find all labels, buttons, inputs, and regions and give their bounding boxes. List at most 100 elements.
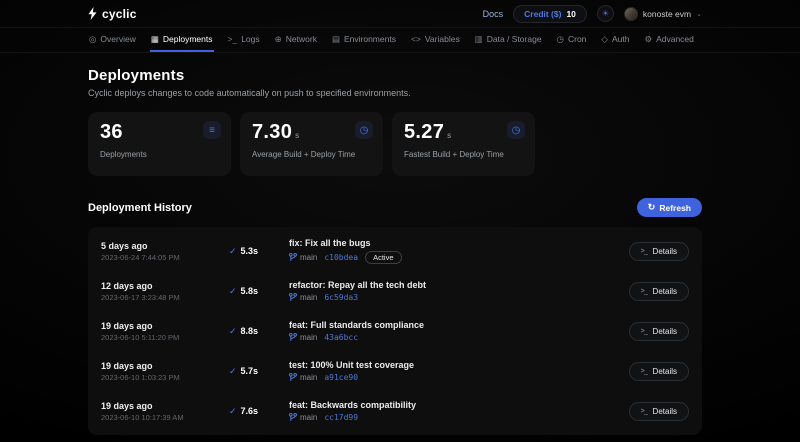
tab-label: Cron xyxy=(568,34,586,44)
stat-label: Fastest Build + Deploy Time xyxy=(404,150,523,159)
page-subtitle: Cyclic deploys changes to code automatic… xyxy=(88,88,702,98)
duration: 5.7s xyxy=(241,366,259,376)
commit-hash-link[interactable]: 6c59da3 xyxy=(324,293,358,302)
main-content: Deployments Cyclic deploys changes to co… xyxy=(88,53,702,435)
credit-value: 10 xyxy=(566,9,575,19)
tab-label: Network xyxy=(286,34,317,44)
branch-name: main xyxy=(300,253,317,262)
details-button[interactable]: >_ Details xyxy=(629,322,689,341)
table-row: 12 days ago 2023-06-17 3:23:48 PM ✓ 5.8s… xyxy=(88,271,702,311)
credit-label: Credit ($) xyxy=(524,9,561,19)
top-header: cyclic Docs Credit ($) 10 ☀ konoste evm … xyxy=(0,0,800,28)
table-row: 19 days ago 2023-06-10 10:17:39 AM ✓ 7.6… xyxy=(88,391,702,431)
commit-hash-link[interactable]: 43a6bcc xyxy=(324,333,358,342)
commit-message: feat: Full standards compliance xyxy=(289,320,629,330)
gauge-icon: ◎ xyxy=(89,34,96,45)
username: konoste evm xyxy=(643,9,691,19)
details-label: Details xyxy=(653,407,677,416)
terminal-icon: >_ xyxy=(641,288,648,295)
user-menu[interactable]: konoste evm ⌄ xyxy=(624,7,702,21)
stat-label: Deployments xyxy=(100,150,219,159)
list-icon: ≡ xyxy=(203,121,221,139)
git-branch-icon xyxy=(289,253,297,262)
tab-label: Deployments xyxy=(163,34,213,44)
branch-name: main xyxy=(300,373,317,382)
commit-hash-link[interactable]: cc17d99 xyxy=(324,413,358,422)
details-label: Details xyxy=(653,327,677,336)
stat-card-fastest-time: 5.27 s Fastest Build + Deploy Time ◷ xyxy=(392,112,535,176)
clock-icon: ◷ xyxy=(507,121,525,139)
duration: 5.3s xyxy=(241,246,259,256)
history-title: Deployment History xyxy=(88,202,192,214)
git-branch-icon xyxy=(289,293,297,302)
shield-icon: ◇ xyxy=(601,34,608,45)
details-button[interactable]: >_ Details xyxy=(629,402,689,421)
duration: 8.8s xyxy=(241,326,259,336)
details-label: Details xyxy=(653,287,677,296)
relative-time: 12 days ago xyxy=(101,281,229,291)
relative-time: 19 days ago xyxy=(101,401,229,411)
terminal-icon: >_ xyxy=(641,408,648,415)
avatar xyxy=(624,7,638,21)
git-branch-icon xyxy=(289,333,297,342)
tab-label: Advanced xyxy=(656,34,694,44)
tab-label: Environments xyxy=(344,34,396,44)
timestamp: 2023-06-10 10:17:39 AM xyxy=(101,413,229,422)
tab-auth[interactable]: ◇ Auth xyxy=(600,28,630,52)
relative-time: 5 days ago xyxy=(101,241,229,251)
gear-icon: ⚙ xyxy=(644,34,652,45)
stat-value: 5.27 xyxy=(404,121,444,144)
tab-label: Auth xyxy=(612,34,630,44)
table-row: 5 days ago 2023-06-24 7:44:05 PM ✓ 5.3s … xyxy=(88,231,702,271)
tab-label: Data / Storage xyxy=(487,34,542,44)
commit-hash-link[interactable]: a91ce90 xyxy=(324,373,358,382)
details-button[interactable]: >_ Details xyxy=(629,362,689,381)
tab-network[interactable]: ⊕Network xyxy=(274,28,318,52)
terminal-icon: >_ xyxy=(641,328,648,335)
relative-time: 19 days ago xyxy=(101,361,229,371)
refresh-button[interactable]: ↻ Refresh xyxy=(637,198,702,217)
stats-row: 36 Deployments ≡ 7.30 s Average Build + … xyxy=(88,112,702,176)
terminal-icon: >_ xyxy=(641,368,648,375)
relative-time: 19 days ago xyxy=(101,321,229,331)
stat-card-deployments: 36 Deployments ≡ xyxy=(88,112,231,176)
branch-name: main xyxy=(300,413,317,422)
refresh-label: Refresh xyxy=(659,203,691,213)
details-label: Details xyxy=(653,247,677,256)
brand-logo[interactable]: cyclic xyxy=(88,7,137,21)
tab-advanced[interactable]: ⚙ Advanced xyxy=(643,28,694,52)
commit-hash-link[interactable]: c10bdea xyxy=(324,253,358,262)
code-icon: <> xyxy=(411,34,421,44)
stat-value: 7.30 xyxy=(252,121,292,144)
tab-label: Overview xyxy=(100,34,135,44)
tab-overview[interactable]: ◎ Overview xyxy=(88,28,137,52)
details-button[interactable]: >_ Details xyxy=(629,242,689,261)
tab-logs[interactable]: >_Logs xyxy=(227,28,261,52)
tab-cron[interactable]: ◷Cron xyxy=(556,28,588,52)
branch-name: main xyxy=(300,333,317,342)
check-icon: ✓ xyxy=(229,326,237,337)
details-button[interactable]: >_ Details xyxy=(629,282,689,301)
duration: 5.8s xyxy=(241,286,259,296)
page-title: Deployments xyxy=(88,67,702,84)
clock-icon: ◷ xyxy=(355,121,373,139)
stat-card-average-time: 7.30 s Average Build + Deploy Time ◷ xyxy=(240,112,383,176)
docs-link[interactable]: Docs xyxy=(483,9,504,19)
details-label: Details xyxy=(653,367,677,376)
layers-icon: ▤ xyxy=(332,34,340,45)
tab-environments[interactable]: ▤ Environments xyxy=(331,28,397,52)
database-icon: ▥ xyxy=(475,34,483,45)
timestamp: 2023-06-10 5:11:20 PM xyxy=(101,333,229,342)
check-icon: ✓ xyxy=(229,406,237,417)
deployment-history-panel: 5 days ago 2023-06-24 7:44:05 PM ✓ 5.3s … xyxy=(88,227,702,435)
timestamp: 2023-06-24 7:44:05 PM xyxy=(101,253,229,262)
tab-deployments[interactable]: ▦Deployments xyxy=(150,28,214,52)
tab-data-storage[interactable]: ▥ Data / Storage xyxy=(474,28,543,52)
commit-message: feat: Backwards compatibility xyxy=(289,400,629,410)
theme-toggle-icon[interactable]: ☀ xyxy=(597,5,614,22)
check-icon: ✓ xyxy=(229,246,237,257)
table-row: 19 days ago 2023-06-10 1:03:23 PM ✓ 5.7s… xyxy=(88,351,702,391)
tab-variables[interactable]: <>Variables xyxy=(410,28,461,52)
credit-button[interactable]: Credit ($) 10 xyxy=(513,5,587,23)
stat-value: 36 xyxy=(100,121,123,144)
